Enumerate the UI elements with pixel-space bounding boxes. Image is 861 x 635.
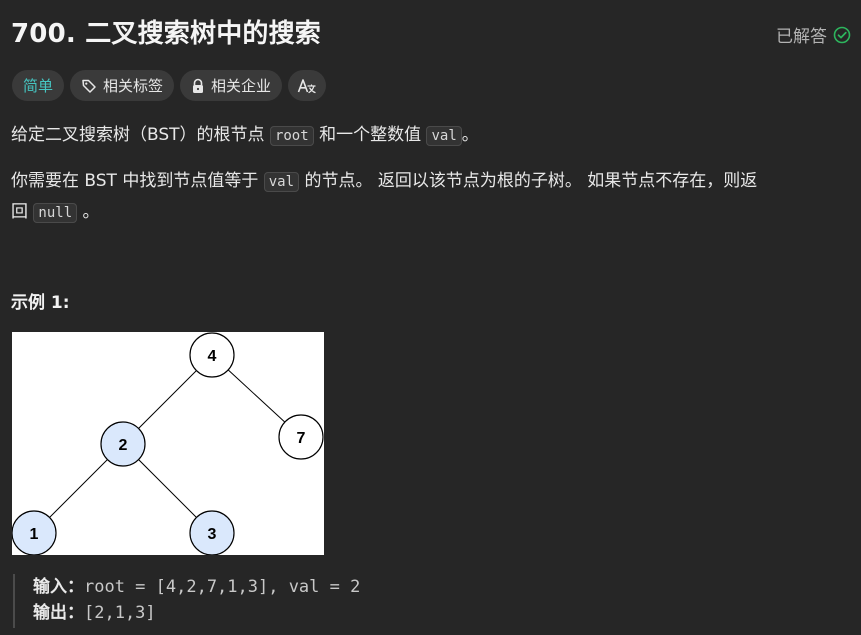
tree-node-3: 3	[189, 510, 235, 556]
paragraph-2-line-1: 你需要在 BST 中找到节点值等于 val 的节点。 返回以该节点为根的子树。 …	[11, 166, 757, 197]
problem-title: 700. 二叉搜索树中的搜索	[11, 19, 322, 49]
description-paragraph-2: 你需要在 BST 中找到节点值等于 val 的节点。 返回以该节点为根的子树。 …	[11, 166, 757, 228]
code-val: val	[426, 126, 462, 146]
solved-label: 已解答	[776, 27, 827, 47]
output-line: 输出：[2,1,3]	[33, 600, 513, 626]
lock-icon	[191, 78, 205, 94]
input-value: root = [4,2,7,1,3], val = 2	[84, 577, 361, 597]
tree-node-label: 1	[30, 526, 39, 543]
text-span: 和一个整数值	[313, 125, 427, 145]
tree-node-1: 1	[11, 510, 57, 556]
tree-node-2: 2	[100, 421, 146, 467]
output-value: [2,1,3]	[84, 603, 156, 623]
paragraph-2-line-2: 回 null 。	[11, 197, 757, 228]
check-circle-icon	[833, 26, 851, 44]
tree-node-7: 7	[278, 414, 324, 460]
bst-diagram: 4 2 7 1 3	[11, 332, 324, 556]
code-root: root	[269, 126, 314, 146]
text-span: 回	[11, 202, 34, 222]
code-val: val	[263, 172, 300, 192]
tag-icon	[81, 78, 97, 94]
title-row: 700. 二叉搜索树中的搜索 已解答	[11, 14, 851, 54]
difficulty-label: 简单	[23, 77, 54, 95]
difficulty-badge[interactable]: 简单	[12, 70, 65, 101]
description-paragraph-1: 给定二叉搜索树（BST）的根节点 root 和一个整数值 val。	[11, 120, 479, 151]
tree-node-label: 3	[208, 526, 217, 543]
tag-row: 简单 相关标签 相关企业	[12, 70, 327, 101]
input-line: 输入：root = [4,2,7,1,3], val = 2	[33, 574, 513, 600]
text-span: 给定二叉搜索树（BST）的根节点	[11, 125, 270, 145]
tree-node-label: 2	[119, 437, 128, 454]
translate-button[interactable]	[288, 70, 327, 101]
translate-icon	[297, 77, 317, 95]
bst-svg: 4 2 7 1 3	[11, 332, 324, 556]
input-label: 输入：	[33, 577, 84, 597]
related-tags-label: 相关标签	[103, 77, 164, 95]
tree-node-4: 4	[189, 332, 235, 378]
text-span: 你需要在 BST 中找到节点值等于	[11, 171, 264, 191]
example-io-block: 输入：root = [4,2,7,1,3], val = 2 输出：[2,1,3…	[13, 574, 513, 628]
code-null: null	[33, 203, 78, 223]
text-span: 的节点。 返回以该节点为根的子树。 如果节点不存在，则返	[299, 171, 758, 191]
output-label: 输出：	[33, 603, 84, 623]
related-tags-button[interactable]: 相关标签	[70, 70, 175, 101]
related-companies-label: 相关企业	[211, 77, 272, 95]
tree-node-label: 7	[297, 430, 306, 447]
example-title: 示例 1:	[11, 293, 70, 313]
tree-node-label: 4	[208, 348, 217, 365]
text-span: 。	[77, 202, 100, 222]
related-companies-button[interactable]: 相关企业	[180, 70, 283, 101]
text-span: 。	[461, 125, 479, 145]
solved-status[interactable]: 已解答	[776, 22, 851, 47]
